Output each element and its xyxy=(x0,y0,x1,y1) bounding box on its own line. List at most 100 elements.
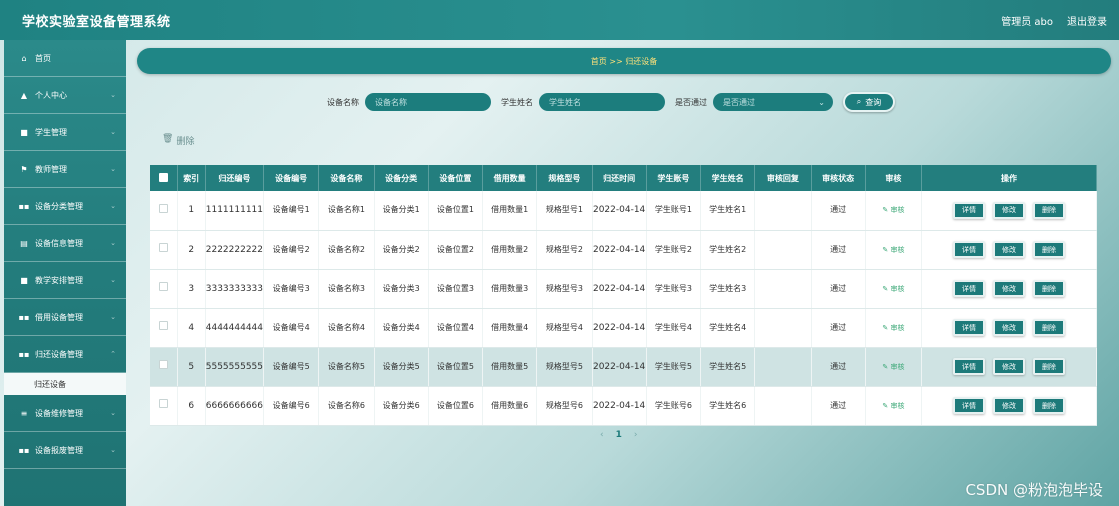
row-checkbox[interactable] xyxy=(158,282,168,291)
sidebar-item-borrow[interactable]: ▪▪ 借用设备管理 ⌄ xyxy=(4,299,126,336)
delete-button[interactable]: 删除 xyxy=(1033,241,1066,258)
passed-select[interactable]: 是否通过 ⌄ xyxy=(713,93,833,111)
sidebar-item-home[interactable]: ⌂ 首页 xyxy=(4,40,126,77)
detail-button[interactable]: 详情 xyxy=(953,241,986,258)
row-select-cell[interactable] xyxy=(150,230,178,270)
delete-button[interactable]: 删除 xyxy=(1033,280,1066,297)
sidebar-item-device-info[interactable]: ▤ 设备信息管理 ⌄ xyxy=(4,225,126,262)
detail-button[interactable]: 详情 xyxy=(953,397,986,414)
column-header: 借用数量 xyxy=(482,165,538,191)
row-select-cell[interactable] xyxy=(150,308,178,348)
row-select-cell[interactable] xyxy=(150,347,178,387)
sidebar-item-repair[interactable]: ≡ 设备维修管理 ⌄ xyxy=(4,395,126,432)
cell-idx: 5 xyxy=(177,347,206,387)
row-select-cell[interactable] xyxy=(150,269,178,309)
row-checkbox[interactable] xyxy=(158,321,168,330)
cell-cat: 设备分类2 xyxy=(374,230,429,270)
edit-button[interactable]: 修改 xyxy=(993,280,1026,297)
audit-cell: ✎ 审核 xyxy=(865,386,923,426)
cell-dev-name: 设备名称3 xyxy=(318,269,375,309)
select-all-checkbox[interactable] xyxy=(158,172,168,182)
table-row[interactable]: 6 6666666666 设备编号6 设备名称6 设备分类6 设备位置6 借用数量6 规格型号… xyxy=(150,386,1097,426)
sidebar-item-device-category[interactable]: ▪▪ 设备分类管理 ⌄ xyxy=(4,188,126,225)
audit-link-label: 审核 xyxy=(890,401,905,410)
row-checkbox[interactable] xyxy=(158,399,168,408)
cell-cat: 设备分类1 xyxy=(374,191,429,231)
detail-button[interactable]: 详情 xyxy=(953,201,986,219)
detail-button[interactable]: 详情 xyxy=(953,319,986,336)
current-user[interactable]: 管理员 abo xyxy=(1001,13,1053,28)
cell-spec: 规格型号5 xyxy=(536,347,593,387)
sidebar-item-students[interactable]: ■ 学生管理 ⌄ xyxy=(4,114,126,151)
user-icon: ▲ xyxy=(20,90,28,100)
next-page-button[interactable]: › xyxy=(634,430,638,440)
edit-button[interactable]: 修改 xyxy=(993,397,1026,414)
table-row[interactable]: 4 4444444444 设备编号4 设备名称4 设备分类4 设备位置4 借用数量4 规格型号… xyxy=(150,308,1097,348)
row-checkbox[interactable] xyxy=(158,360,168,369)
grid-icon: ▪▪ xyxy=(18,349,30,359)
select-all-cell[interactable] xyxy=(150,165,178,191)
breadcrumb: 首页 >> 归还设备 xyxy=(137,48,1111,74)
cell-cat: 设备分类5 xyxy=(374,347,429,387)
student-name-input[interactable] xyxy=(539,93,665,111)
row-select-cell[interactable] xyxy=(150,191,178,231)
column-header: 学生姓名 xyxy=(700,165,756,191)
table-row[interactable]: 2 2222222222 设备编号2 设备名称2 设备分类2 设备位置2 借用数量2 规格型号… xyxy=(150,230,1097,270)
cell-spec: 规格型号1 xyxy=(536,191,593,231)
cell-acct: 学生账号1 xyxy=(646,191,702,231)
row-checkbox[interactable] xyxy=(158,203,168,213)
sidebar-item-teachers[interactable]: ⚑ 教师管理 ⌄ xyxy=(4,151,126,188)
logout-link[interactable]: 退出登录 xyxy=(1067,13,1107,28)
cell-stu: 学生姓名5 xyxy=(700,347,756,387)
sidebar-item-label: 设备信息管理 xyxy=(35,238,83,248)
cell-code: 4444444444 xyxy=(205,308,265,348)
query-button[interactable]: ⌕ 查询 xyxy=(843,92,895,112)
cell-status: 通过 xyxy=(811,191,866,231)
cell-dev-no: 设备编号2 xyxy=(263,230,320,270)
delete-button[interactable]: 删除 xyxy=(1033,358,1066,375)
cell-status: 通过 xyxy=(811,386,866,426)
sidebar-item-teaching-schedule[interactable]: ■ 教学安排管理 ⌄ xyxy=(4,262,126,299)
delete-button[interactable]: 删除 xyxy=(1033,201,1066,219)
delete-button[interactable]: 删除 xyxy=(1033,319,1066,336)
sidebar-item-scrap[interactable]: ▪▪ 设备报废管理 ⌄ xyxy=(4,432,126,469)
lock-icon: ■ xyxy=(20,275,28,285)
edit-button[interactable]: 修改 xyxy=(993,241,1026,258)
sidebar-item-label: 教师管理 xyxy=(35,164,67,174)
breadcrumb-home[interactable]: 首页 xyxy=(591,56,607,67)
chevron-down-icon: ⌄ xyxy=(110,446,116,454)
device-name-input[interactable] xyxy=(365,93,491,111)
sidebar-item-profile[interactable]: ▲ 个人中心 ⌄ xyxy=(4,77,126,114)
table-row[interactable]: 5 5555555555 设备编号5 设备名称5 设备分类5 设备位置5 借用数量5 规格型号… xyxy=(150,347,1097,387)
cell-reply xyxy=(754,191,812,231)
table-row[interactable]: 3 3333333333 设备编号3 设备名称3 设备分类3 设备位置3 借用数量3 规格型号… xyxy=(150,269,1097,309)
audit-link[interactable]: ✎ 审核 xyxy=(882,324,904,332)
page-number[interactable]: 1 xyxy=(616,430,622,440)
batch-delete-button[interactable]: 🗑 删除 xyxy=(162,134,194,147)
table-header-row: 索引 归还编号 设备编号 设备名称 设备分类 设备位置 借用数量 规格型号 归还… xyxy=(150,165,1097,191)
detail-button[interactable]: 详情 xyxy=(953,280,986,297)
edit-button[interactable]: 修改 xyxy=(993,319,1026,336)
audit-link[interactable]: ✎ 审核 xyxy=(882,285,904,293)
cell-status: 通过 xyxy=(811,308,866,348)
row-checkbox[interactable] xyxy=(158,243,168,252)
audit-link[interactable]: ✎ 审核 xyxy=(882,402,904,410)
sidebar-item-label: 教学安排管理 xyxy=(35,275,83,285)
sidebar-subitem-return-device[interactable]: 归还设备 xyxy=(4,373,126,395)
sidebar-item-return[interactable]: ▪▪ 归还设备管理 ⌃ xyxy=(4,336,126,373)
column-header: 操作 xyxy=(921,165,1097,191)
edit-button[interactable]: 修改 xyxy=(993,201,1026,219)
actions-cell: 详情 修改 删除 xyxy=(921,347,1097,387)
prev-page-button[interactable]: ‹ xyxy=(600,430,604,440)
delete-button[interactable]: 删除 xyxy=(1033,397,1066,414)
row-select-cell[interactable] xyxy=(150,386,178,426)
audit-link[interactable]: ✎ 审核 xyxy=(882,246,904,254)
edit-button[interactable]: 修改 xyxy=(993,358,1026,375)
table-row[interactable]: 1 1111111111 设备编号1 设备名称1 设备分类1 设备位置1 借用数量1 规格型号… xyxy=(150,191,1097,231)
cell-stu: 学生姓名1 xyxy=(700,191,756,231)
cell-idx: 2 xyxy=(177,230,206,270)
audit-link[interactable]: ✎ 审核 xyxy=(882,363,904,371)
detail-button[interactable]: 详情 xyxy=(953,358,986,375)
audit-link[interactable]: ✎ 审核 xyxy=(882,206,904,214)
cell-qty: 借用数量2 xyxy=(482,230,538,270)
